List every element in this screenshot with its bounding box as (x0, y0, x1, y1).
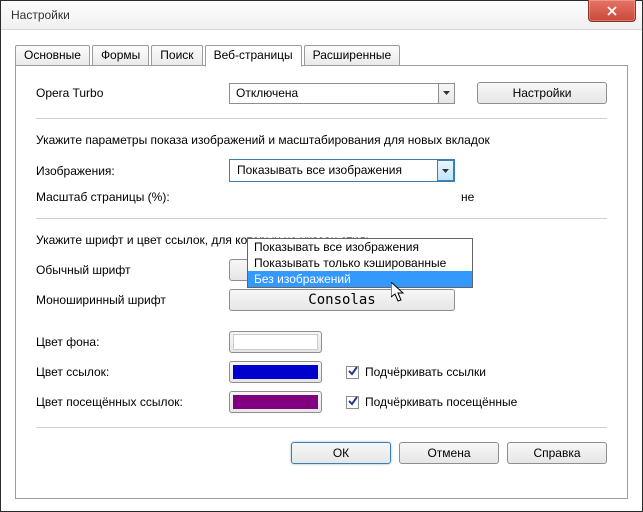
zoom-label: Масштаб страницы (%): (36, 190, 229, 204)
close-button[interactable] (588, 0, 636, 22)
normal-font-label: Обычный шрифт (36, 263, 229, 277)
chevron-down-icon[interactable] (437, 160, 454, 181)
underline-visited-label: Подчёркивать посещённые (365, 395, 517, 409)
divider (36, 427, 607, 428)
tab-search[interactable]: Поиск (151, 45, 202, 66)
divider (36, 118, 607, 119)
zoom-row: Масштаб страницы (%): не (36, 190, 607, 204)
help-button[interactable]: Справка (507, 442, 607, 464)
listbox-item[interactable]: Показывать все изображения (248, 239, 472, 255)
visited-color-row: Цвет посещённых ссылок: Подчёркивать пос… (36, 391, 607, 413)
underline-links-input[interactable] (346, 366, 359, 379)
link-color-swatch (233, 365, 318, 379)
listbox-item[interactable]: Показывать только кэшированные (248, 255, 472, 271)
window-title: Настройки (11, 8, 70, 22)
tab-general[interactable]: Основные (15, 45, 90, 66)
divider (36, 218, 607, 219)
turbo-label: Opera Turbo (36, 86, 229, 100)
mono-font-button[interactable]: Consolas (229, 289, 455, 311)
zoom-trailing-text: не (461, 190, 474, 204)
bg-color-button[interactable] (229, 331, 322, 353)
client-area: Основные Формы Поиск Веб-страницы Расшир… (1, 30, 642, 511)
images-label: Изображения: (36, 164, 229, 178)
turbo-settings-button[interactable]: Настройки (477, 82, 607, 104)
titlebar: Настройки (1, 1, 642, 30)
images-row: Изображения: Показывать все изображения (36, 159, 607, 182)
visited-color-label: Цвет посещённых ссылок: (36, 395, 229, 409)
underline-links-label: Подчёркивать ссылки (365, 365, 486, 379)
images-combo[interactable]: Показывать все изображения (229, 159, 455, 182)
tab-forms[interactable]: Формы (92, 45, 149, 66)
turbo-row: Opera Turbo Отключена Настройки (36, 82, 607, 104)
visited-color-button[interactable] (229, 391, 322, 413)
bg-color-row: Цвет фона: (36, 331, 607, 353)
settings-window: Настройки Основные Формы Поиск Веб-стран… (0, 0, 643, 512)
turbo-combo-text: Отключена (229, 83, 438, 104)
images-combo-listbox[interactable]: Показывать все изображения Показывать то… (247, 238, 473, 288)
tab-webpages[interactable]: Веб-страницы (205, 45, 302, 67)
underline-visited-checkbox[interactable]: Подчёркивать посещённые (346, 395, 517, 409)
dialog-button-bar: ОК Отмена Справка (36, 432, 607, 464)
link-color-button[interactable] (229, 361, 322, 383)
link-color-row: Цвет ссылок: Подчёркивать ссылки (36, 361, 607, 383)
listbox-item[interactable]: Без изображений (248, 271, 472, 287)
bg-color-swatch (233, 334, 318, 350)
chevron-down-icon[interactable] (438, 83, 455, 104)
mono-font-label: Моноширинный шрифт (36, 293, 229, 307)
visited-color-swatch (233, 395, 318, 409)
link-color-label: Цвет ссылок: (36, 365, 229, 379)
ok-button[interactable]: ОК (291, 442, 391, 464)
turbo-combo[interactable]: Отключена (229, 83, 455, 104)
tab-advanced[interactable]: Расширенные (304, 45, 401, 66)
images-section-intro: Укажите параметры показа изображений и м… (36, 133, 607, 147)
close-icon (606, 6, 618, 16)
tab-panel: Opera Turbo Отключена Настройки Укажите … (15, 66, 628, 499)
tabstrip: Основные Формы Поиск Веб-страницы Расшир… (15, 44, 628, 66)
underline-links-checkbox[interactable]: Подчёркивать ссылки (346, 365, 486, 379)
mono-font-row: Моноширинный шрифт Consolas (36, 289, 607, 311)
images-combo-text: Показывать все изображения (230, 160, 437, 181)
cancel-button[interactable]: Отмена (399, 442, 499, 464)
underline-visited-input[interactable] (346, 396, 359, 409)
bg-color-label: Цвет фона: (36, 335, 229, 349)
